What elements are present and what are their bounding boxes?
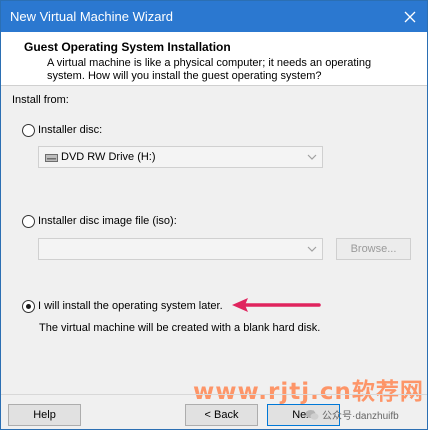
iso-file-radio[interactable]	[22, 215, 35, 228]
close-icon	[404, 11, 416, 22]
watermark-text: www.rjtj.cn软荐网	[193, 379, 424, 405]
help-button[interactable]: Help	[8, 404, 81, 426]
iso-file-label[interactable]: Installer disc image file (iso):	[38, 215, 177, 227]
installer-disc-radio[interactable]	[22, 124, 35, 137]
iso-file-select[interactable]	[38, 238, 323, 260]
install-later-label[interactable]: I will install the operating system late…	[38, 300, 223, 312]
wechat-icon	[305, 409, 319, 420]
page-title: Guest Operating System Installation	[24, 40, 231, 54]
installer-disc-select[interactable]: DVD RW Drive (H:)	[38, 146, 323, 168]
page-description: A virtual machine is like a physical com…	[47, 57, 372, 82]
close-button[interactable]	[393, 1, 427, 32]
chevron-down-icon	[307, 151, 317, 165]
install-later-radio[interactable]	[22, 300, 35, 313]
window-title: New Virtual Machine Wizard	[10, 9, 174, 24]
install-from-label: Install from:	[12, 94, 69, 106]
footer-divider	[1, 394, 427, 395]
back-button[interactable]: < Back	[185, 404, 258, 426]
title-bar[interactable]: New Virtual Machine Wizard	[1, 1, 427, 32]
annotation-arrow-icon	[232, 298, 321, 312]
watermark-account-text: 公众号·danzhuifb	[322, 411, 399, 422]
watermark-account: 公众号·danzhuifb	[305, 407, 399, 422]
installer-disc-value: DVD RW Drive (H:)	[61, 151, 156, 163]
wizard-window: New Virtual Machine Wizard Guest Operati…	[0, 0, 428, 430]
browse-button[interactable]: Browse...	[336, 238, 411, 260]
install-later-description: The virtual machine will be created with…	[39, 322, 321, 334]
chevron-down-icon	[307, 243, 317, 257]
dvd-drive-icon	[45, 152, 58, 166]
installer-disc-label[interactable]: Installer disc:	[38, 124, 102, 136]
wizard-header: Guest Operating System Installation A vi…	[1, 32, 427, 86]
